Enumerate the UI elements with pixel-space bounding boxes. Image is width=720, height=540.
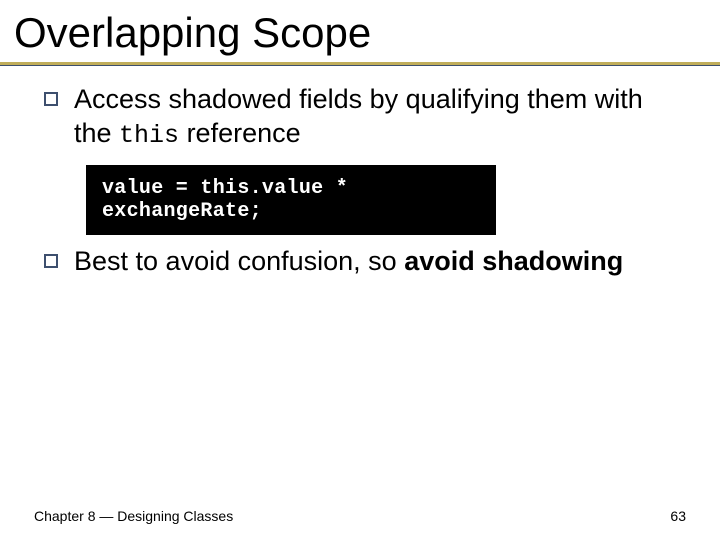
code-keyword: this [119, 121, 179, 150]
bullet-text: Access shadowed fields by qualifying the… [74, 83, 686, 151]
bullet-prefix: Best to avoid confusion, so [74, 246, 404, 276]
square-bullet-icon [44, 254, 58, 268]
bullet-text: Best to avoid confusion, so avoid shadow… [74, 245, 623, 279]
bullet-suffix: reference [179, 118, 301, 148]
square-bullet-icon [44, 92, 58, 106]
bullet-emphasis: avoid shadowing [404, 246, 623, 276]
slide-content: Access shadowed fields by qualifying the… [0, 83, 720, 279]
code-block: value = this.value * exchangeRate; [86, 165, 496, 235]
footer-left: Chapter 8 — Designing Classes [34, 508, 233, 524]
bullet-item: Best to avoid confusion, so avoid shadow… [44, 245, 686, 279]
slide: Overlapping Scope Access shadowed fields… [0, 0, 720, 540]
slide-footer: Chapter 8 — Designing Classes 63 [34, 508, 686, 524]
bullet-item: Access shadowed fields by qualifying the… [44, 83, 686, 151]
title-underline [0, 62, 720, 65]
slide-title: Overlapping Scope [0, 0, 720, 62]
footer-page-number: 63 [670, 508, 686, 524]
